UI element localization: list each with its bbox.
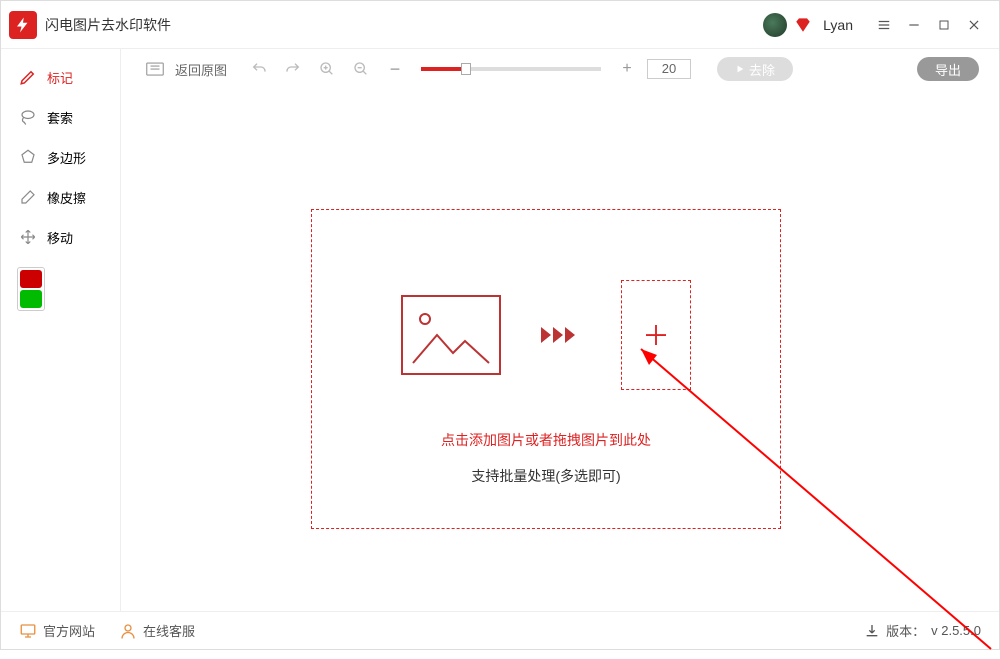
arrow-right-icon: [541, 323, 581, 347]
move-icon: [19, 228, 37, 246]
premium-gem-icon[interactable]: [795, 17, 811, 33]
export-button[interactable]: 导出: [917, 57, 979, 81]
return-original-label[interactable]: 返回原图: [175, 60, 227, 79]
tool-label: 多边形: [47, 148, 86, 167]
eraser-icon: [19, 188, 37, 206]
tool-sidebar: 标记 套索 多边形 橡皮擦 移动: [1, 49, 121, 611]
tool-eraser[interactable]: 橡皮擦: [1, 177, 120, 217]
zoom-in-button[interactable]: [313, 55, 341, 83]
tool-label: 标记: [47, 68, 73, 87]
brush-size-value[interactable]: 20: [647, 59, 691, 79]
version-info[interactable]: 版本： v 2.5.5.0: [864, 621, 981, 640]
tool-label: 移动: [47, 228, 73, 247]
monitor-icon: [19, 622, 37, 640]
redo-button[interactable]: [279, 55, 307, 83]
username-label[interactable]: Lyan: [823, 17, 853, 33]
color-swatches: [17, 267, 45, 311]
slider-thumb[interactable]: [461, 63, 471, 75]
close-button[interactable]: [959, 10, 989, 40]
official-site-link[interactable]: 官方网站: [19, 621, 95, 640]
lasso-icon: [19, 108, 37, 126]
zoom-out-button[interactable]: [347, 55, 375, 83]
top-toolbar: 返回原图 − + 20 去除 导出: [121, 49, 999, 89]
placeholder-image-icon: [401, 295, 501, 375]
app-logo-icon: [9, 11, 37, 39]
statusbar: 官方网站 在线客服 版本： v 2.5.5.0: [1, 611, 999, 649]
download-icon: [864, 623, 880, 639]
dropzone-instruction: 点击添加图片或者拖拽图片到此处: [312, 430, 780, 450]
color-swatch-green[interactable]: [20, 290, 42, 308]
tool-lasso[interactable]: 套索: [1, 97, 120, 137]
user-avatar[interactable]: [763, 13, 787, 37]
tool-polygon[interactable]: 多边形: [1, 137, 120, 177]
menu-button[interactable]: [869, 10, 899, 40]
add-image-target[interactable]: [621, 280, 691, 390]
slider-plus[interactable]: +: [613, 55, 641, 83]
canvas-area: 点击添加图片或者拖拽图片到此处 支持批量处理(多选即可): [121, 89, 999, 611]
remove-watermark-button[interactable]: 去除: [717, 57, 793, 81]
tool-marker[interactable]: 标记: [1, 57, 120, 97]
titlebar: 闪电图片去水印软件 Lyan: [1, 1, 999, 49]
minimize-button[interactable]: [899, 10, 929, 40]
headset-icon: [119, 622, 137, 640]
dropzone-subtext: 支持批量处理(多选即可): [312, 466, 780, 486]
tool-label: 橡皮擦: [47, 188, 86, 207]
app-title: 闪电图片去水印软件: [45, 15, 171, 35]
slider-minus[interactable]: −: [381, 55, 409, 83]
tool-label: 套索: [47, 108, 73, 127]
original-image-icon[interactable]: [141, 55, 169, 83]
maximize-button[interactable]: [929, 10, 959, 40]
polygon-icon: [19, 148, 37, 166]
tool-move[interactable]: 移动: [1, 217, 120, 257]
customer-service-link[interactable]: 在线客服: [119, 621, 195, 640]
color-swatch-red[interactable]: [20, 270, 42, 288]
undo-button[interactable]: [245, 55, 273, 83]
brush-size-slider[interactable]: [421, 67, 601, 71]
image-dropzone[interactable]: 点击添加图片或者拖拽图片到此处 支持批量处理(多选即可): [311, 209, 781, 529]
marker-icon: [19, 68, 37, 86]
